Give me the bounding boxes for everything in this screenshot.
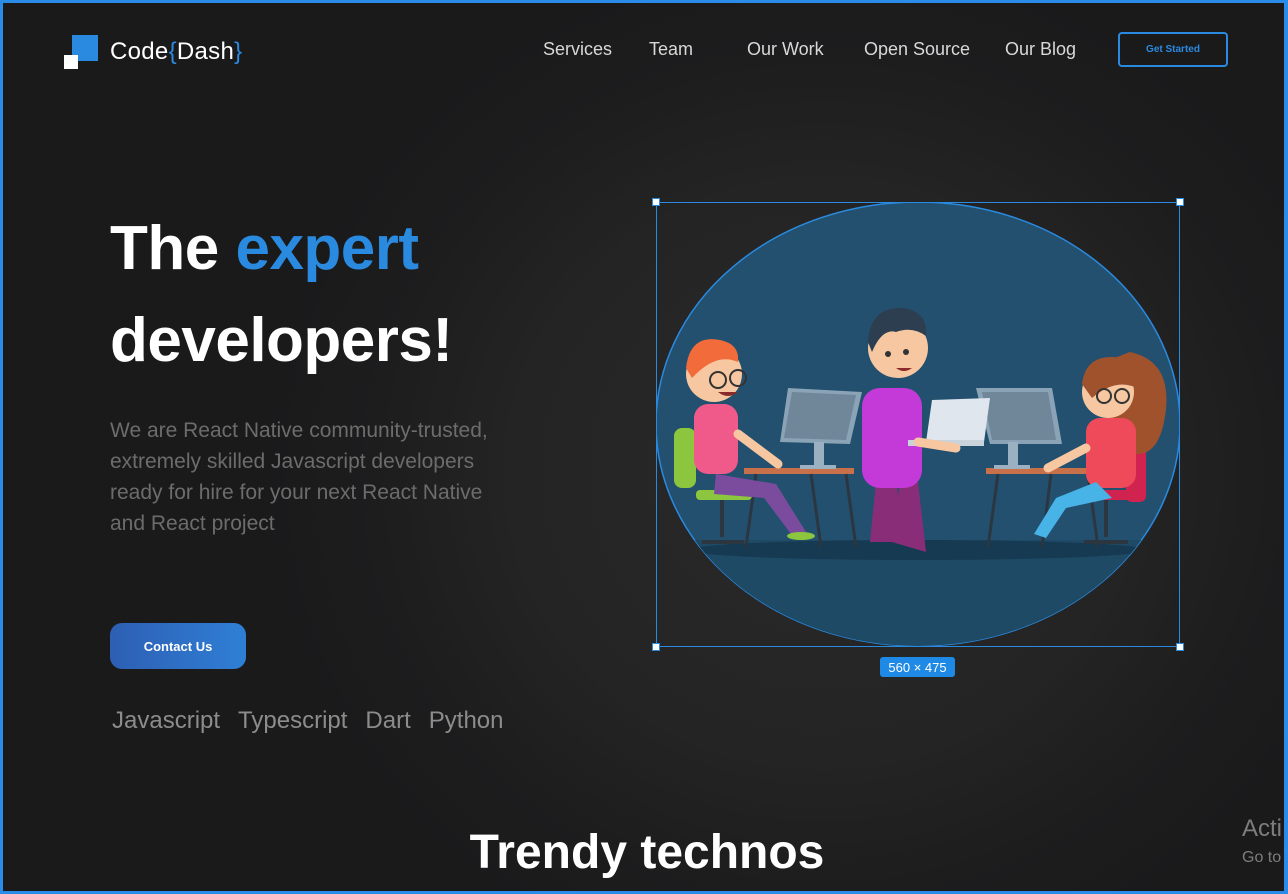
resize-handle-top-right[interactable] bbox=[1176, 198, 1184, 206]
app-frame: Code{Dash} Services Team Our Work Open S… bbox=[0, 0, 1288, 894]
logo[interactable]: Code{Dash} bbox=[64, 35, 242, 69]
resize-handle-top-left[interactable] bbox=[652, 198, 660, 206]
technology-list: Javascript Typescript Dart Python bbox=[112, 707, 521, 735]
dimension-label: 560 × 475 bbox=[880, 657, 955, 677]
brand-name: Code{Dash} bbox=[110, 38, 243, 65]
nav-our-blog[interactable]: Our Blog bbox=[1005, 39, 1076, 60]
resize-handle-bottom-right[interactable] bbox=[1176, 643, 1184, 651]
tech-typescript: Typescript bbox=[238, 707, 348, 734]
activate-windows-subtitle: Go to bbox=[1242, 849, 1282, 866]
nav-our-work[interactable]: Our Work bbox=[747, 39, 824, 60]
hero-description: We are React Native community-trusted, e… bbox=[110, 419, 488, 535]
nav-team[interactable]: Team bbox=[649, 39, 693, 60]
selection-box[interactable] bbox=[656, 202, 1180, 647]
get-started-button[interactable]: Get Started bbox=[1118, 32, 1228, 67]
activate-windows-title: Acti bbox=[1242, 815, 1283, 842]
hero-title-line1: The expert bbox=[110, 214, 419, 283]
nav-services[interactable]: Services bbox=[543, 39, 612, 60]
section-title: Trendy technos bbox=[469, 826, 825, 879]
logo-icon bbox=[64, 35, 98, 69]
nav-open-source[interactable]: Open Source bbox=[864, 39, 970, 60]
hero-title-line2: developers! bbox=[110, 306, 453, 375]
tech-javascript: Javascript bbox=[112, 707, 221, 734]
contact-us-button[interactable]: Contact Us bbox=[110, 623, 246, 669]
resize-handle-bottom-left[interactable] bbox=[652, 643, 660, 651]
tech-dart: Dart bbox=[365, 707, 411, 734]
tech-python: Python bbox=[428, 707, 504, 734]
